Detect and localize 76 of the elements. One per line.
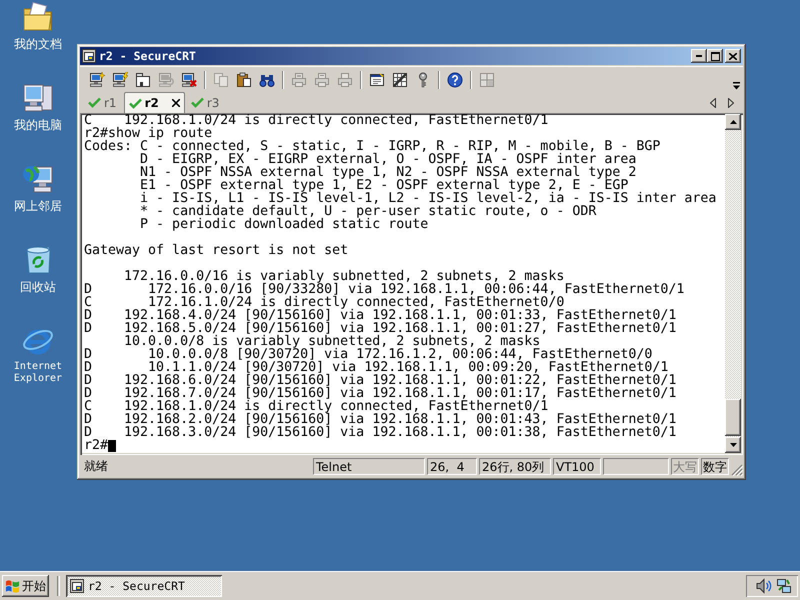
- window-list-icon[interactable]: [368, 72, 384, 88]
- terminal-line: D 192.168.4.0/24 [90/156160] via 192.168.1.1, 00:01:33, FastEthernet0/1: [84, 309, 678, 322]
- terminal-line: Codes: C - connected, S - static, I - IGRP, R - RIP, M - mobile, B - BGP: [84, 140, 662, 153]
- terminal-line: D 172.16.0.0/16 [90/33280] via 192.168.1.1, 00:06:44, FastEthernet0/1: [84, 283, 686, 296]
- taskbar-button[interactable]: r2 - SecureCRT: [66, 575, 222, 597]
- speaker-icon[interactable]: [756, 578, 772, 594]
- triangle-right-icon[interactable]: [728, 98, 734, 108]
- tab[interactable]: r2: [124, 92, 185, 113]
- icon-label[interactable]: Internet Explorer: [8, 361, 68, 385]
- computer-icon[interactable]: [22, 82, 54, 114]
- terminal-line: 10.0.0.0/8 is variably subnetted, 2 subnets, 2 masks: [123, 335, 540, 348]
- app-window-icon: [82, 49, 96, 63]
- maximize-button[interactable]: [707, 49, 723, 63]
- terminal-line: C 172.16.1.0/24 is directly connected, FastEthernet0/0: [84, 296, 564, 309]
- icon-label[interactable]: 回收站: [20, 280, 56, 294]
- close-button[interactable]: [725, 49, 741, 63]
- terminal-line: D 192.168.3.0/24 [90/156160] via 192.168.1.1, 00:01:38, FastEthernet0/1: [84, 426, 678, 439]
- terminal-line: D 192.168.2.0/24 [90/156160] via 192.168.1.1, 00:01:43, FastEthernet0/1: [84, 413, 678, 426]
- chevron-down-icon[interactable]: [732, 82, 740, 90]
- terminal-line: P - periodic downloaded static route: [139, 218, 430, 231]
- icon-label[interactable]: 我的电脑: [14, 118, 62, 132]
- status-pane: [603, 458, 669, 475]
- grid-slash-icon[interactable]: [392, 72, 408, 88]
- scroll-down-button[interactable]: [725, 437, 741, 453]
- close-icon[interactable]: [172, 99, 180, 107]
- minimize-button[interactable]: [691, 49, 707, 63]
- terminal-line: C 192.168.1.0/24 is directly connected, FastEthernet0/1: [84, 114, 550, 127]
- terminal-line: D 10.0.0.0/8 [90/30720] via 172.16.1.2, 00:06:44, FastEthernet0/0: [84, 348, 652, 361]
- resize-grip-icon[interactable]: [731, 464, 743, 476]
- icon-label[interactable]: 网上邻居: [14, 199, 62, 213]
- terminal-line: N1 - OSPF NSSA external type 1, N2 - OSPF NSSA external type 2: [139, 166, 638, 179]
- maximize-icon[interactable]: [710, 52, 720, 60]
- text-cursor: [108, 440, 116, 452]
- terminal-line: * - candidate default, U - per-user static route, o - ODR: [139, 205, 598, 218]
- terminal-line: D 192.168.7.0/24 [90/156160] via 192.168.1.1, 00:01:17, FastEthernet0/1: [84, 387, 678, 400]
- icon-label[interactable]: 我的文档: [14, 37, 62, 51]
- scroll-up-button[interactable]: [725, 114, 741, 130]
- monitor-cross-icon[interactable]: [180, 72, 196, 88]
- folder-icon[interactable]: [22, 1, 54, 33]
- window-tab-icon[interactable]: [134, 72, 150, 88]
- terminal-line: 172.16.0.0/16 is variably subnetted, 2 subnets, 2 masks: [123, 270, 566, 283]
- help-icon[interactable]: [446, 72, 462, 88]
- terminal-panel[interactable]: [80, 113, 743, 455]
- globe-computer-icon[interactable]: [22, 163, 54, 195]
- terminal-line: i - IS-IS, L1 - IS-IS level-1, L2 - IS-IS level-2, ia - IS-IS inter area: [139, 192, 718, 205]
- monitor-star-icon[interactable]: [88, 72, 104, 88]
- triangle-left-icon[interactable]: [710, 98, 716, 108]
- tab[interactable]: r3: [186, 92, 224, 113]
- terminal-line: Gateway of last resort is not set: [84, 244, 350, 257]
- status-indicator: 数字: [701, 458, 729, 475]
- status-pane: VT100: [553, 458, 601, 475]
- tab[interactable]: r1: [84, 92, 122, 113]
- clipboard-icon[interactable]: [236, 72, 252, 88]
- status-pane: 26行, 80列: [479, 458, 551, 475]
- window-title: r2 - SecureCRT: [99, 49, 196, 63]
- down-arrow-icon[interactable]: [730, 443, 736, 447]
- terminal-line: D 10.1.1.0/24 [90/30720] via 192.168.1.1, 00:09:20, FastEthernet0/1: [84, 361, 668, 374]
- monitor-lightning-icon[interactable]: [112, 72, 128, 88]
- windows-flag-icon[interactable]: [5, 579, 20, 593]
- status-indicator: 大写: [671, 458, 699, 475]
- terminal-line: D 192.168.6.0/24 [90/156160] via 192.168.1.1, 00:01:22, FastEthernet0/1: [84, 374, 678, 387]
- terminal-line: D 192.168.5.0/24 [90/156160] via 192.168.1.1, 00:01:27, FastEthernet0/1: [84, 322, 678, 335]
- close-icon[interactable]: [729, 52, 737, 60]
- terminal-line: D - EIGRP, EX - EIGRP external, O - OSPF, IA - OSPF inter area: [139, 153, 638, 166]
- up-arrow-icon[interactable]: [730, 120, 736, 124]
- terminal-line: C 192.168.1.0/24 is directly connected, FastEthernet0/1: [84, 400, 550, 413]
- terminal-line: r2#show ip route: [84, 127, 212, 140]
- app-window-icon[interactable]: [70, 579, 84, 593]
- network-icon[interactable]: [776, 578, 792, 594]
- terminal-line: E1 - OSPF external type 1, E2 - OSPF external type 2, E - EGP: [139, 179, 630, 192]
- status-pane: 26, 4: [427, 458, 477, 475]
- status-pane: Telnet: [313, 458, 425, 475]
- scrollbar-thumb[interactable]: [725, 399, 741, 436]
- terminal-prompt: r2#: [84, 439, 108, 452]
- status-message: 就绪: [83, 458, 109, 475]
- start-button[interactable]: 开始: [2, 575, 49, 597]
